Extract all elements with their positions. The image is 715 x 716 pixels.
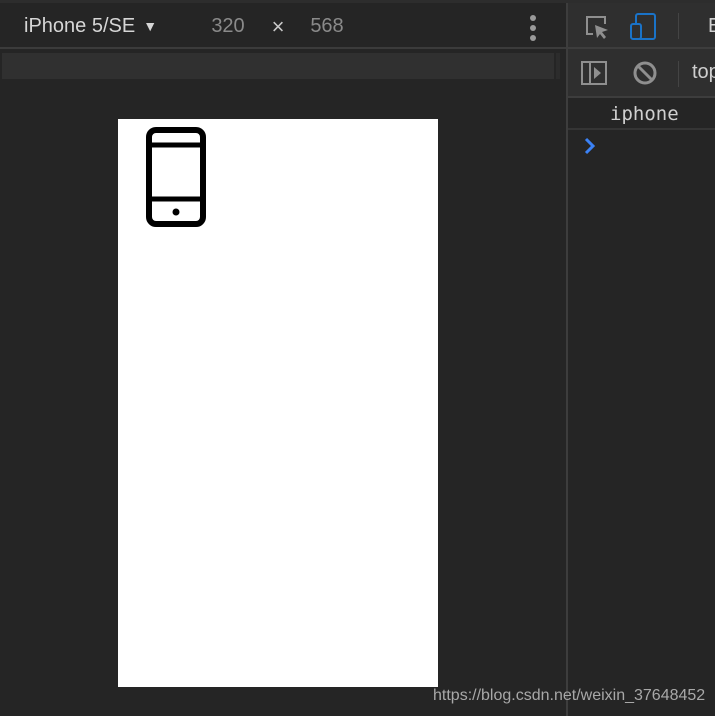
device-screen <box>118 119 438 687</box>
console-message-text: iphone <box>610 103 679 125</box>
device-emulation-toolbar: iPhone 5/SE ▼ 320 × 568 <box>0 3 566 49</box>
ruler-scrollbar[interactable] <box>556 53 560 79</box>
console-output: iphone <box>568 98 715 716</box>
width-input[interactable]: 320 <box>204 13 252 39</box>
watermark: https://blog.csdn.net/weixin_37648452 <box>433 687 706 704</box>
height-input[interactable]: 568 <box>303 13 351 39</box>
devtools-main-toolbar: E <box>568 3 715 49</box>
chevron-right-icon[interactable] <box>582 136 598 156</box>
toolbar-separator <box>678 13 679 39</box>
more-vertical-icon-dot <box>530 25 536 31</box>
more-vertical-icon <box>530 15 536 21</box>
device-toolbar-icon[interactable] <box>628 11 658 43</box>
tab-elements-partial[interactable]: E <box>708 15 715 38</box>
show-console-sidebar-icon[interactable] <box>580 60 608 86</box>
device-name: iPhone 5/SE <box>24 14 136 37</box>
console-message: iphone <box>568 98 715 130</box>
more-options-button[interactable] <box>522 13 544 43</box>
clear-console-icon[interactable] <box>632 60 658 86</box>
media-query-bar[interactable] <box>2 53 554 79</box>
context-selector[interactable]: top <box>692 61 715 84</box>
inspect-element-icon[interactable] <box>583 13 611 41</box>
device-select[interactable]: iPhone 5/SE ▼ <box>24 13 157 39</box>
caret-down-icon: ▼ <box>143 18 158 34</box>
more-vertical-icon-dot <box>530 35 536 41</box>
times-icon: × <box>271 14 285 39</box>
console-toolbar: top <box>568 49 715 98</box>
smartphone-icon <box>146 127 206 227</box>
toolbar-separator <box>678 61 679 87</box>
